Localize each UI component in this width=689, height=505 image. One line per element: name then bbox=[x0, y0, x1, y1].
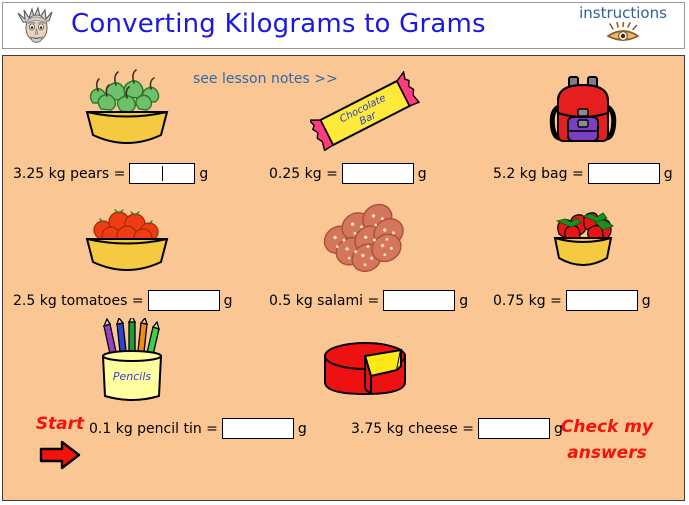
worksheet-panel: see lesson notes >> 3.25 kg pears = g Ch… bbox=[2, 55, 685, 501]
check-answers-button[interactable]: Check my answers bbox=[542, 414, 672, 466]
exercise-item-tomatoes: 2.5 kg tomatoes = g bbox=[3, 193, 251, 313]
answer-input-cheese[interactable] bbox=[477, 418, 550, 439]
salami-slices-icon bbox=[251, 193, 479, 278]
page-title: Converting Kilograms to Grams bbox=[71, 9, 486, 39]
exercise-row: 2.5 kg tomatoes = g 0.5 kg salami = g 0.… bbox=[3, 193, 686, 313]
chocolate-bar-icon: Chocolate Bar bbox=[251, 66, 479, 151]
question-bag: 5.2 kg bag = g bbox=[493, 163, 673, 184]
question-strawberries: 0.75 kg = g bbox=[493, 290, 651, 311]
instructions-label: instructions bbox=[579, 4, 667, 22]
bowl-of-tomatoes-icon bbox=[3, 193, 251, 278]
question-label: 0.5 kg salami = bbox=[269, 292, 380, 309]
exercise-item-salami: 0.5 kg salami = g bbox=[251, 193, 479, 313]
start-label: Start bbox=[35, 414, 85, 434]
exercise-item-cheese: 3.75 kg cheese = g bbox=[251, 321, 563, 441]
question-label: 3.75 kg cheese = bbox=[351, 420, 474, 437]
question-salami: 0.5 kg salami = g bbox=[269, 290, 468, 311]
einstein-face-icon bbox=[17, 6, 53, 43]
answer-input-tomatoes[interactable] bbox=[147, 290, 220, 311]
pencil-tin-label: Pencils bbox=[113, 370, 152, 383]
backpack-icon bbox=[479, 66, 686, 151]
cheese-wheel-icon bbox=[251, 321, 479, 406]
bowl-of-strawberries-icon bbox=[479, 193, 686, 278]
question-label: 0.75 kg = bbox=[493, 292, 562, 309]
text-caret bbox=[162, 166, 164, 181]
unit-label: g bbox=[199, 165, 209, 182]
exercise-item-pears: 3.25 kg pears = g bbox=[3, 66, 251, 186]
check-answers-label-line2: answers bbox=[567, 443, 647, 463]
eye-icon bbox=[606, 22, 640, 42]
question-label: 0.1 kg pencil tin = bbox=[89, 420, 218, 437]
question-label: 2.5 kg tomatoes = bbox=[13, 292, 144, 309]
exercise-item-bag: 5.2 kg bag = g bbox=[479, 66, 686, 186]
question-pears: 3.25 kg pears = g bbox=[13, 163, 208, 184]
exercise-item-chocolate: Chocolate Bar 0.25 kg = g bbox=[251, 66, 479, 186]
unit-label: g bbox=[223, 292, 233, 309]
exercise-item-strawberries: 0.75 kg = g bbox=[479, 193, 686, 313]
exercise-row: 3.25 kg pears = g Chocolate Bar 0.25 kg … bbox=[3, 66, 686, 186]
question-cheese: 3.75 kg cheese = g bbox=[351, 418, 563, 439]
answer-input-bag[interactable] bbox=[587, 163, 660, 184]
instructions-button[interactable]: instructions bbox=[568, 5, 678, 44]
question-label: 5.2 kg bag = bbox=[493, 165, 584, 182]
question-chocolate: 0.25 kg = g bbox=[269, 163, 427, 184]
question-label: 3.25 kg pears = bbox=[13, 165, 126, 182]
answer-input-salami[interactable] bbox=[383, 290, 456, 311]
page-header: Converting Kilograms to Grams instructio… bbox=[2, 2, 685, 49]
unit-label: g bbox=[459, 292, 469, 309]
answer-input-strawberries[interactable] bbox=[565, 290, 638, 311]
pencil-tin-icon: Pencils bbox=[3, 318, 251, 406]
lesson-page: Converting Kilograms to Grams instructio… bbox=[0, 0, 689, 505]
unit-label: g bbox=[663, 165, 673, 182]
right-arrow-icon bbox=[39, 440, 81, 470]
answer-input-chocolate[interactable] bbox=[341, 163, 414, 184]
question-tomatoes: 2.5 kg tomatoes = g bbox=[13, 290, 232, 311]
bowl-of-pears-icon bbox=[3, 66, 251, 151]
unit-label: g bbox=[417, 165, 427, 182]
unit-label: g bbox=[641, 292, 651, 309]
check-answers-label-line1: Check my bbox=[560, 417, 654, 437]
start-button[interactable]: Start bbox=[15, 414, 105, 470]
question-label: 0.25 kg = bbox=[269, 165, 338, 182]
